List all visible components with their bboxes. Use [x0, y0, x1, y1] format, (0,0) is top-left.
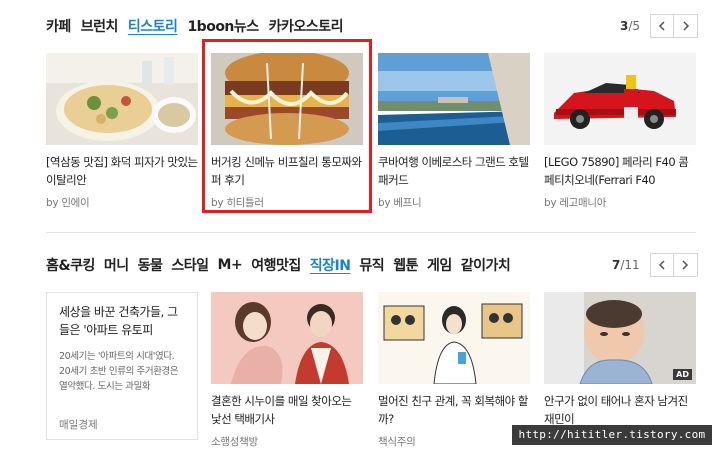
- tab-kakaostory[interactable]: 카카오스토리: [269, 16, 344, 36]
- tab-1boon-news[interactable]: 1boon뉴스: [187, 16, 259, 36]
- tab-home-cooking[interactable]: 홈&쿠킹: [46, 255, 95, 275]
- tab-animals[interactable]: 동물: [138, 255, 163, 275]
- section2-pager: 7/11: [612, 253, 698, 277]
- card-title[interactable]: 세상을 바꾼 건축가들, 그들은 '아파트 유토피: [59, 303, 185, 339]
- card-title[interactable]: 쿠바여행 이베로스타 그랜드 호텔 패커드: [378, 153, 530, 189]
- story-card[interactable]: 쿠바여행 이베로스타 그랜드 호텔 패커드 by 베프니: [378, 53, 530, 210]
- next-page-button[interactable]: [674, 14, 699, 38]
- story-card[interactable]: [역삼동 맛집] 화덕 피자가 맛있는 이탈리안 by 인에이: [46, 53, 198, 210]
- prev-page-button[interactable]: [649, 253, 674, 277]
- page-counter: 3/5: [620, 19, 641, 33]
- card-title[interactable]: 결혼한 시누이를 매일 찾아오는 낯선 택배기사: [211, 392, 363, 428]
- chevron-right-icon: [682, 260, 689, 270]
- tab-travel-food[interactable]: 여행맛집: [251, 255, 301, 275]
- baby-thumbnail: AD: [544, 292, 696, 384]
- chevron-left-icon: [658, 260, 665, 270]
- watermark: http://hititler.tistory.com: [512, 425, 712, 445]
- card-byline: by 레고매니아: [544, 197, 607, 209]
- chevron-left-icon: [658, 21, 665, 31]
- friends-illustration-thumbnail: [378, 292, 530, 384]
- story-card[interactable]: 결혼한 시누이를 매일 찾아오는 낯선 택배기사 소행성책방: [211, 292, 363, 449]
- story-card[interactable]: 세상을 바꾼 건축가들, 그들은 '아파트 유토피 20세기는 '아파트의 시대…: [46, 292, 198, 440]
- section2-tabs: 홈&쿠킹 머니 동물 스타일 M+ 여행맛집 직장IN 뮤직 웹툰 게임 같이가…: [46, 253, 511, 277]
- card-byline: 책식주의: [378, 436, 416, 448]
- story-card[interactable]: AD 안구가 없이 태어나 혼자 남겨진 재민이: [544, 292, 696, 428]
- card-byline: by 베프니: [378, 197, 422, 209]
- tab-webtoon[interactable]: 웹툰: [393, 255, 418, 275]
- card-byline: 소행성책방: [211, 436, 258, 448]
- text-article-card[interactable]: 세상을 바꾼 건축가들, 그들은 '아파트 유토피 20세기는 '아파트의 시대…: [46, 292, 198, 440]
- prev-page-button[interactable]: [650, 14, 675, 38]
- tab-work[interactable]: 직장IN: [310, 255, 351, 275]
- tab-m-plus[interactable]: M+: [218, 257, 243, 273]
- tab-game[interactable]: 게임: [427, 255, 452, 275]
- tab-music[interactable]: 뮤직: [359, 255, 384, 275]
- tab-style[interactable]: 스타일: [171, 255, 209, 275]
- tab-tistory[interactable]: 티스토리: [128, 16, 178, 36]
- tab-money[interactable]: 머니: [104, 255, 129, 275]
- tab-cafe[interactable]: 카페: [46, 16, 71, 36]
- section1-tabs: 카페 브런치 티스토리 1boon뉴스 카카오스토리: [46, 14, 343, 38]
- story-card[interactable]: 멀어진 친구 관계, 꼭 회복해야 할까? 책식주의: [378, 292, 530, 449]
- chevron-right-icon: [683, 21, 689, 31]
- card-source: 매일경제: [59, 419, 98, 431]
- card-title[interactable]: [역삼동 맛집] 화덕 피자가 맛있는 이탈리안: [46, 153, 198, 189]
- tab-together[interactable]: 같이가치: [461, 255, 511, 275]
- lego-ferrari-thumbnail: [544, 53, 696, 145]
- card-title[interactable]: [LEGO 75890] 페라리 F40 콤페티치오네(Ferrari F40: [544, 153, 696, 189]
- card-excerpt: 20세기는 '아파트의 시대'였다. 20세기 초반 인류의 주거환경은 열악했…: [59, 351, 179, 392]
- section1-pager: 3/5: [620, 14, 699, 38]
- pizza-thumbnail: [46, 53, 198, 145]
- card-byline: by 인에이: [46, 197, 90, 209]
- story-card[interactable]: [LEGO 75890] 페라리 F40 콤페티치오네(Ferrari F40 …: [544, 53, 696, 210]
- webtoon-couple-thumbnail: [211, 292, 363, 384]
- next-page-button[interactable]: [673, 253, 698, 277]
- hotel-pool-thumbnail: [378, 53, 530, 145]
- section-divider: [46, 232, 696, 233]
- card-title[interactable]: 멀어진 친구 관계, 꼭 회복해야 할까?: [378, 392, 530, 428]
- page-counter: 7/11: [612, 258, 640, 272]
- highlight-box: [202, 39, 372, 213]
- ad-badge: AD: [673, 369, 692, 380]
- card-title[interactable]: 안구가 없이 태어나 혼자 남겨진 재민이: [544, 392, 696, 428]
- tab-brunch[interactable]: 브런치: [81, 16, 119, 36]
